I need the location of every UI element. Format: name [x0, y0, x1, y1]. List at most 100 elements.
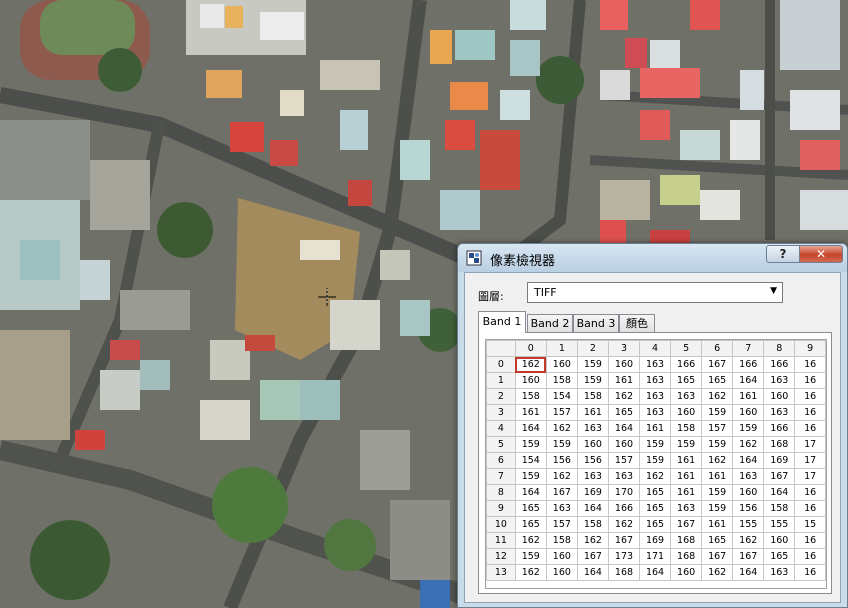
- pixel-cell[interactable]: 168: [670, 548, 703, 565]
- pixel-cell[interactable]: 162: [701, 388, 734, 405]
- pixel-cell[interactable]: 167: [576, 548, 609, 565]
- pixel-cell[interactable]: 164: [732, 452, 765, 469]
- pixel-cell[interactable]: 165: [670, 372, 703, 389]
- pixel-cell[interactable]: 158: [514, 388, 547, 405]
- tab-color[interactable]: 顏色: [619, 314, 655, 332]
- pixel-cell[interactable]: 161: [514, 404, 547, 421]
- pixel-cell[interactable]: 155: [732, 516, 765, 533]
- pixel-cell[interactable]: 16: [794, 356, 826, 373]
- pixel-cell[interactable]: 167: [763, 468, 796, 485]
- pixel-cell[interactable]: 163: [763, 564, 796, 581]
- pixel-cell[interactable]: 159: [514, 468, 547, 485]
- pixel-cell[interactable]: 16: [794, 548, 826, 565]
- pixel-cell[interactable]: 163: [639, 404, 672, 421]
- dialog-titlebar[interactable]: 像素檢視器 ? ✕: [458, 244, 847, 272]
- pixel-cell[interactable]: 16: [794, 420, 826, 437]
- pixel-cell[interactable]: 157: [701, 420, 734, 437]
- pixel-cell[interactable]: 159: [701, 500, 734, 517]
- pixel-cell[interactable]: 16: [794, 388, 826, 405]
- pixel-cell[interactable]: 15: [794, 516, 826, 533]
- pixel-cell[interactable]: 16: [794, 532, 826, 549]
- pixel-cell[interactable]: 164: [514, 484, 547, 501]
- pixel-cell[interactable]: 165: [639, 500, 672, 517]
- pixel-cell[interactable]: 168: [607, 564, 641, 581]
- pixel-cell[interactable]: 164: [576, 500, 609, 517]
- pixel-cell[interactable]: 164: [732, 372, 765, 389]
- pixel-cell[interactable]: 168: [670, 532, 703, 549]
- pixel-cell[interactable]: 167: [701, 548, 734, 565]
- pixel-cell[interactable]: 163: [576, 420, 609, 437]
- tab-band-3[interactable]: Band 3: [573, 314, 619, 332]
- pixel-cell[interactable]: 155: [763, 516, 796, 533]
- pixel-cell[interactable]: 158: [670, 420, 703, 437]
- pixel-cell[interactable]: 161: [670, 452, 703, 469]
- pixel-cell[interactable]: 157: [545, 404, 578, 421]
- pixel-cell[interactable]: 167: [701, 356, 734, 373]
- pixel-cell[interactable]: 163: [670, 388, 703, 405]
- pixel-cell[interactable]: 163: [639, 356, 672, 373]
- pixel-cell[interactable]: 164: [639, 564, 672, 581]
- pixel-cell[interactable]: 165: [639, 484, 672, 501]
- pixel-cell[interactable]: 165: [639, 516, 672, 533]
- pixel-cell[interactable]: 165: [701, 372, 734, 389]
- pixel-cell[interactable]: 161: [701, 468, 734, 485]
- pixel-cell[interactable]: 162: [607, 516, 641, 533]
- pixel-cell[interactable]: 162: [732, 532, 765, 549]
- pixel-cell[interactable]: 162: [545, 420, 578, 437]
- pixel-cell[interactable]: 160: [576, 436, 609, 453]
- pixel-cell[interactable]: 163: [639, 388, 672, 405]
- pixel-cell[interactable]: 161: [670, 468, 703, 485]
- pixel-cell[interactable]: 164: [576, 564, 609, 581]
- pixel-cell[interactable]: 161: [670, 484, 703, 501]
- pixel-cell[interactable]: 168: [763, 436, 796, 453]
- pixel-cell[interactable]: 157: [545, 516, 578, 533]
- pixel-cell[interactable]: 158: [545, 532, 578, 549]
- pixel-cell[interactable]: 162: [545, 468, 578, 485]
- pixel-cell[interactable]: 16: [794, 484, 826, 501]
- pixel-cell[interactable]: 156: [576, 452, 609, 469]
- pixel-cell[interactable]: 160: [545, 564, 578, 581]
- tab-band-2[interactable]: Band 2: [527, 314, 573, 332]
- pixel-cell[interactable]: 158: [545, 372, 578, 389]
- pixel-cell[interactable]: 164: [732, 564, 765, 581]
- pixel-cell[interactable]: 159: [670, 436, 703, 453]
- pixel-cell[interactable]: 173: [607, 548, 641, 565]
- pixel-cell[interactable]: 163: [576, 468, 609, 485]
- pixel-cell[interactable]: 167: [545, 484, 578, 501]
- pixel-cell[interactable]: 160: [607, 436, 641, 453]
- pixel-cell[interactable]: 164: [763, 484, 796, 501]
- pixel-cell[interactable]: 159: [701, 484, 734, 501]
- pixel-cell[interactable]: 161: [732, 388, 765, 405]
- pixel-cell[interactable]: 160: [607, 356, 641, 373]
- pixel-cell[interactable]: 163: [545, 500, 578, 517]
- pixel-cell[interactable]: 159: [732, 420, 765, 437]
- pixel-cell[interactable]: 166: [670, 356, 703, 373]
- pixel-cell[interactable]: 162: [701, 452, 734, 469]
- pixel-cell[interactable]: 166: [607, 500, 641, 517]
- tab-band-1[interactable]: Band 1: [478, 311, 526, 333]
- pixel-cell[interactable]: 169: [576, 484, 609, 501]
- pixel-cell[interactable]: 163: [763, 372, 796, 389]
- pixel-cell[interactable]: 156: [732, 500, 765, 517]
- pixel-cell[interactable]: 167: [732, 548, 765, 565]
- pixel-cell[interactable]: 160: [670, 404, 703, 421]
- pixel-cell[interactable]: 167: [607, 532, 641, 549]
- pixel-cell[interactable]: 164: [607, 420, 641, 437]
- pixel-cell[interactable]: 171: [639, 548, 672, 565]
- pixel-cell[interactable]: 165: [701, 532, 734, 549]
- pixel-cell[interactable]: 165: [607, 404, 641, 421]
- pixel-cell[interactable]: 170: [607, 484, 641, 501]
- pixel-cell[interactable]: 161: [639, 420, 672, 437]
- pixel-cell[interactable]: 163: [670, 500, 703, 517]
- pixel-cell[interactable]: 154: [514, 452, 547, 469]
- pixel-cell[interactable]: 159: [701, 436, 734, 453]
- pixel-cell[interactable]: 158: [576, 388, 609, 405]
- pixel-cell[interactable]: 17: [794, 436, 826, 453]
- pixel-cell[interactable]: 156: [545, 452, 578, 469]
- pixel-cell[interactable]: 162: [607, 388, 641, 405]
- pixel-cell[interactable]: 160: [514, 372, 547, 389]
- pixel-cell[interactable]: 169: [639, 532, 672, 549]
- pixel-cell[interactable]: 160: [545, 356, 578, 373]
- pixel-cell[interactable]: 163: [732, 468, 765, 485]
- pixel-cell[interactable]: 16: [794, 500, 826, 517]
